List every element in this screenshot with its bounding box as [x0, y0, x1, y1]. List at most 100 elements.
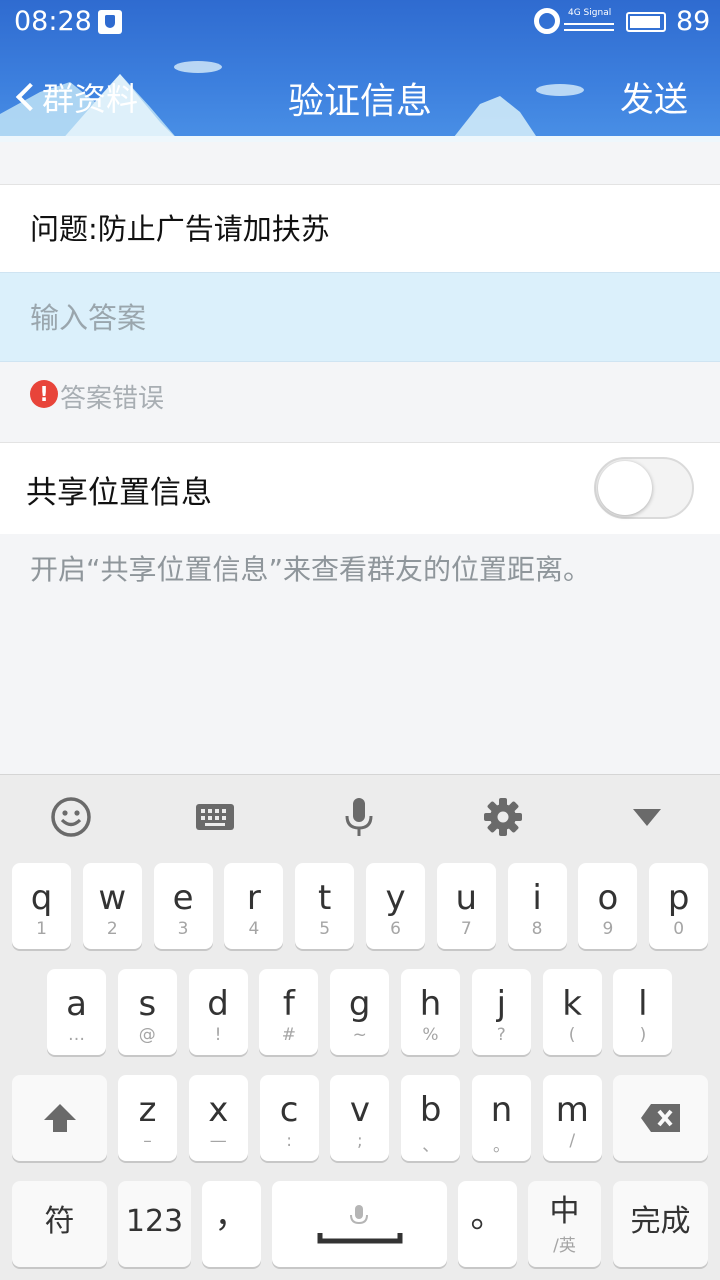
- key-a[interactable]: a…: [47, 969, 106, 1055]
- key-m[interactable]: m /: [542, 1075, 602, 1161]
- key-b-sub-label: 、: [422, 1136, 440, 1156]
- key-s[interactable]: s @: [117, 969, 177, 1055]
- backspace-icon: [640, 1104, 680, 1132]
- key-c-label: c: [279, 1090, 299, 1130]
- shift-key[interactable]: [12, 1075, 107, 1161]
- key-y-sub-label: 6: [390, 919, 401, 939]
- key-u-sub-label: 7: [460, 919, 472, 939]
- share-location-toggle[interactable]: [594, 457, 694, 519]
- key-g[interactable]: g ~: [330, 969, 390, 1055]
- key-t-sub-label: 5: [319, 919, 331, 939]
- signal-icon: [564, 23, 614, 31]
- key-z[interactable]: z –: [118, 1075, 177, 1161]
- key-m-label: m: [555, 1090, 589, 1130]
- key-l[interactable]: l): [613, 969, 673, 1055]
- key-m-sub-label: /: [569, 1131, 576, 1151]
- key-i-label: i: [532, 878, 542, 918]
- comma-key[interactable]: ，: [202, 1181, 261, 1267]
- key-w[interactable]: w2: [82, 863, 142, 949]
- share-location-hint: 开启“共享位置信息”来查看群友的位置距离。: [30, 553, 592, 586]
- answer-input[interactable]: 输入答案: [0, 272, 720, 362]
- key-x-label: x: [208, 1090, 229, 1130]
- hotspot-icon: [534, 8, 560, 34]
- key-y-label: y: [385, 878, 406, 918]
- status-time: 08:28: [14, 6, 92, 37]
- key-k[interactable]: k(: [542, 969, 602, 1055]
- key-b-label: b: [419, 1090, 442, 1130]
- key-u-label: u: [455, 878, 478, 918]
- key-t[interactable]: t5: [295, 863, 355, 949]
- key-c[interactable]: c:: [259, 1075, 319, 1161]
- key-b[interactable]: b、: [401, 1075, 461, 1161]
- done-key[interactable]: 完成: [613, 1181, 708, 1267]
- key-x[interactable]: x —: [188, 1075, 248, 1161]
- key-n[interactable]: n。: [472, 1075, 531, 1161]
- key-r-label: r: [246, 878, 261, 918]
- key-g-label: g: [348, 984, 371, 1024]
- status-bar: 08:28 4G Signal 89: [0, 0, 720, 46]
- mic-icon[interactable]: [337, 795, 381, 839]
- toggle-knob: [598, 461, 652, 515]
- key-c-sub-label: :: [286, 1131, 292, 1151]
- key-v-sub-label: ;: [357, 1131, 363, 1151]
- symbols-key[interactable]: 符: [12, 1181, 107, 1267]
- back-button[interactable]: 群资料: [12, 74, 138, 120]
- back-label: 群资料: [42, 80, 139, 118]
- language-key[interactable]: 中/英: [528, 1181, 601, 1267]
- shift-icon: [43, 1104, 76, 1132]
- send-button[interactable]: 发送: [620, 72, 688, 121]
- soft-keyboard: q 1 w 2 e 3 r 4 t 5 y 6 u 7 i 8 o 9 p 0 a… s @ d! f # g ~ h% j? k(l) z –…: [0, 774, 720, 1280]
- key-a-sub-label: …: [68, 1025, 85, 1045]
- key-n-sub-label: 。: [493, 1136, 510, 1156]
- numbers-key[interactable]: 123: [118, 1181, 191, 1267]
- key-r[interactable]: r4: [224, 863, 284, 949]
- share-location-label: 共享位置信息: [26, 475, 212, 511]
- battery-icon: [626, 12, 666, 32]
- key-t-label: t: [318, 878, 332, 918]
- key-y[interactable]: y6: [366, 863, 425, 949]
- key-l-label: l: [638, 984, 648, 1024]
- error-text: 答案错误: [60, 384, 165, 414]
- key-j[interactable]: j?: [471, 969, 531, 1055]
- key-e[interactable]: e3: [153, 863, 213, 949]
- key-u[interactable]: u7: [436, 863, 496, 949]
- period-key[interactable]: 。: [458, 1181, 517, 1267]
- key-j-sub-label: ?: [496, 1025, 506, 1045]
- key-d[interactable]: d!: [188, 969, 248, 1055]
- key-s-label: s: [138, 984, 157, 1024]
- nav-bar: 群资料 验证信息 发送: [0, 62, 720, 126]
- backspace-key[interactable]: [613, 1075, 708, 1161]
- key-p[interactable]: p0: [649, 863, 709, 949]
- key-r-sub-label: 4: [248, 919, 260, 939]
- keyboard-toolbar: [0, 775, 720, 859]
- space-key[interactable]: [272, 1181, 447, 1267]
- key-h[interactable]: h%: [401, 969, 460, 1055]
- key-i-sub-label: 8: [531, 919, 543, 939]
- key-x-sub-label: —: [209, 1131, 227, 1151]
- key-o[interactable]: o9: [578, 863, 638, 949]
- key-d-label: d: [207, 984, 229, 1024]
- key-o-label: o: [597, 878, 619, 918]
- gear-icon[interactable]: [481, 795, 525, 839]
- space-icon: [317, 1205, 402, 1244]
- spacer: [0, 142, 720, 184]
- key-j-label: j: [496, 984, 507, 1024]
- collapse-keyboard-icon[interactable]: [625, 795, 669, 839]
- emoji-icon[interactable]: [49, 795, 93, 839]
- key-h-label: h: [419, 984, 442, 1024]
- battery-level: 89: [676, 6, 711, 37]
- key-q-label: q: [30, 878, 53, 918]
- key-f-sub-label: #: [281, 1025, 297, 1045]
- key-q[interactable]: q1: [12, 863, 71, 949]
- key-n-label: n: [490, 1090, 513, 1130]
- key-a-label: a: [66, 984, 87, 1024]
- key-f[interactable]: f #: [259, 969, 319, 1055]
- key-i[interactable]: i8: [507, 863, 567, 949]
- key-z-label: z: [138, 1090, 157, 1130]
- period-key-label: 。: [470, 1196, 505, 1236]
- key-w-label: w: [98, 878, 127, 918]
- keyboard-icon[interactable]: [193, 795, 237, 839]
- key-p-sub-label: 0: [673, 919, 685, 939]
- key-v[interactable]: v;: [330, 1075, 390, 1161]
- key-o-sub-label: 9: [602, 919, 614, 939]
